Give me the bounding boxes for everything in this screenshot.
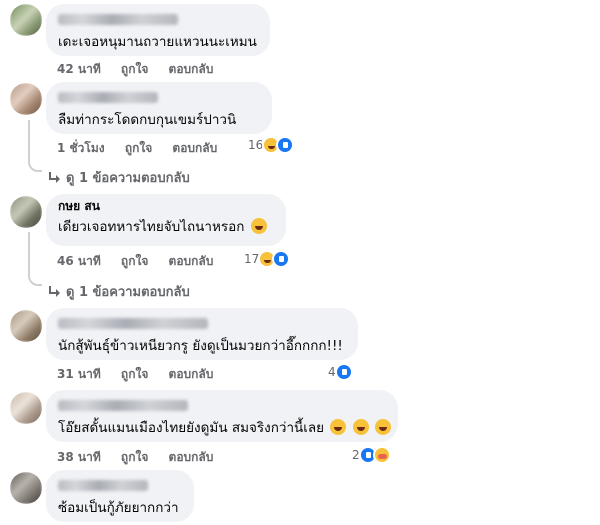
comment-text: ซ้อมเป็นกู้ภัยยากกว่า — [58, 500, 179, 516]
comment-bubble: ลืมท่ากระโดดกบกุนเขมร์ปาวนิ — [46, 82, 272, 134]
avatar[interactable] — [10, 310, 42, 342]
commenter-name-blurred[interactable] — [58, 14, 178, 25]
comment-actions: 1 ชั่วโมง ถูกใจ ตอบกลับ — [57, 139, 233, 158]
like-icon — [272, 250, 291, 268]
reply-button[interactable]: ตอบกลับ — [169, 450, 214, 464]
comment-time[interactable]: 1 ชั่วโมง — [57, 141, 105, 155]
like-button[interactable]: ถูกใจ — [121, 62, 148, 76]
reply-button[interactable]: ตอบกลับ — [169, 367, 214, 381]
reply-arrow-icon — [48, 285, 60, 298]
comment-bubble: นักสู้พันธุ์ข้าวเหนียวกรู ยังดูเป็นมวยกว… — [46, 308, 358, 360]
avatar[interactable] — [10, 472, 42, 504]
reaction-count: 16 — [248, 138, 264, 152]
avatar[interactable] — [10, 4, 42, 36]
reply-button[interactable]: ตอบกลับ — [169, 254, 214, 268]
commenter-name-partial[interactable]: กษย สน — [58, 200, 274, 212]
rofl-emoji-icon — [352, 419, 369, 435]
commenter-name-blurred[interactable] — [58, 318, 208, 329]
thread-connector — [28, 274, 42, 286]
reply-button[interactable]: ตอบกลับ — [169, 62, 214, 76]
reaction-summary[interactable]: 16 — [248, 136, 295, 154]
thread-connector — [28, 160, 42, 172]
view-replies-label: ดู 1 ข้อความตอบกลับ — [66, 171, 190, 186]
avatar[interactable] — [10, 196, 42, 228]
reaction-summary[interactable]: 2 — [352, 446, 391, 464]
like-button[interactable]: ถูกใจ — [125, 141, 152, 155]
like-icon — [276, 136, 295, 154]
reaction-summary[interactable]: 4 — [328, 363, 353, 381]
rofl-emoji-icon — [330, 419, 347, 435]
thread-line — [28, 232, 30, 276]
reaction-summary[interactable]: 17 — [244, 250, 291, 268]
view-replies-link[interactable]: ดู 1 ข้อความตอบกลับ — [48, 281, 190, 302]
view-replies-label: ดู 1 ข้อความตอบกลับ — [66, 285, 190, 300]
like-button[interactable]: ถูกใจ — [121, 367, 148, 381]
comment-actions: 31 นาที ถูกใจ ตอบกลับ — [57, 365, 229, 384]
avatar[interactable] — [10, 392, 42, 424]
comment-time[interactable]: 42 นาที — [57, 62, 101, 76]
comment-actions: 46 นาที ถูกใจ ตอบกลับ — [57, 252, 229, 271]
care-icon — [372, 446, 391, 464]
view-replies-link[interactable]: ดู 1 ข้อความตอบกลับ — [48, 167, 190, 188]
comment-time[interactable]: 46 นาที — [57, 254, 101, 268]
comment-text: ลืมท่ากระโดดกบกุนเขมร์ปาวนิ — [58, 112, 237, 128]
like-button[interactable]: ถูกใจ — [121, 450, 148, 464]
commenter-name-blurred[interactable] — [58, 400, 188, 411]
comment-actions: 38 นาที ถูกใจ ตอบกลับ — [57, 448, 229, 467]
comment-time[interactable]: 31 นาที — [57, 367, 101, 381]
comment-text: โอ๊ยสดั้นแมนเมืองไทยยังดูมัน สมจริงกว่าน… — [58, 420, 325, 436]
comment-bubble: กษย สน เดียวเจอทหารไทยจับไถนาหรอก — [46, 194, 286, 246]
commenter-name-blurred[interactable] — [58, 92, 158, 103]
comment-text: เดะเจอหนุมานถวายแหวนนะเหมน — [58, 34, 257, 50]
rofl-emoji-icon — [374, 419, 391, 435]
comment-bubble: โอ๊ยสดั้นแมนเมืองไทยยังดูมัน สมจริงกว่าน… — [46, 390, 398, 442]
avatar[interactable] — [10, 83, 42, 115]
comment-actions: 42 นาที ถูกใจ ตอบกลับ — [57, 60, 229, 79]
comment-bubble: ซ้อมเป็นกู้ภัยยากกว่า — [46, 470, 194, 522]
commenter-name-blurred[interactable] — [58, 480, 148, 491]
thread-line — [28, 120, 30, 162]
reply-arrow-icon — [48, 171, 60, 184]
reaction-count: 17 — [244, 252, 260, 266]
like-button[interactable]: ถูกใจ — [121, 254, 148, 268]
grinning-emoji-icon — [250, 218, 267, 234]
comment-time[interactable]: 38 นาที — [57, 450, 101, 464]
like-icon — [334, 363, 353, 381]
comment-text: นักสู้พันธุ์ข้าวเหนียวกรู ยังดูเป็นมวยกว… — [58, 338, 343, 354]
comment-text: เดียวเจอทหารไทยจับไถนาหรอก — [58, 219, 245, 235]
reply-button[interactable]: ตอบกลับ — [172, 141, 217, 155]
comment-bubble: เดะเจอหนุมานถวายแหวนนะเหมน — [46, 4, 270, 56]
